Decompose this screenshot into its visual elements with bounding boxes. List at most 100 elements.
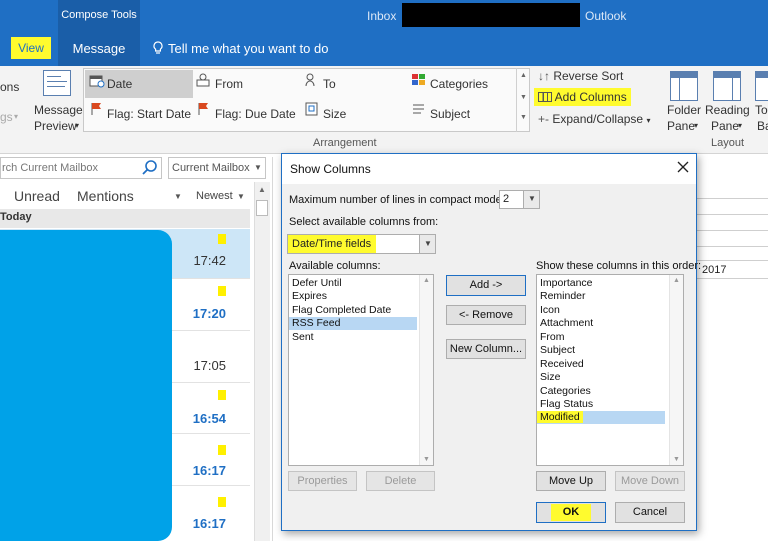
add-columns-icon	[538, 92, 552, 102]
chevron-down-icon[interactable]: ▼	[673, 456, 680, 463]
list-item[interactable]: Expires	[289, 290, 417, 303]
arrange-subject[interactable]: Subject	[430, 107, 470, 121]
list-item[interactable]: Sent	[289, 331, 417, 344]
chevron-up-icon[interactable]: ▲	[258, 185, 266, 194]
ribbon-partial-label-2: gs	[0, 110, 13, 124]
chevron-down-icon: ▾	[646, 116, 651, 125]
expand-collapse-button[interactable]: +- Expand/Collapse ▾	[538, 112, 650, 126]
column-source-value: Date/Time fields	[292, 238, 372, 250]
chevron-down-icon[interactable]: ▼	[174, 192, 182, 201]
ok-button[interactable]: OK	[536, 502, 606, 523]
available-list-scrollbar[interactable]: ▲ ▼	[419, 275, 433, 465]
message-preview-label-1[interactable]: Message	[34, 103, 83, 117]
chevron-down-icon: ▼	[254, 163, 262, 172]
group-header-label: Today	[0, 211, 32, 223]
new-column-button[interactable]: New Column...	[446, 339, 526, 359]
show-list-scrollbar[interactable]: ▲ ▼	[669, 275, 683, 465]
arrangement-group-label: Arrangement	[313, 137, 377, 149]
properties-button[interactable]: Properties	[288, 471, 357, 491]
arrange-date[interactable]: Date	[107, 77, 132, 91]
list-item-selected[interactable]: Modified	[537, 411, 665, 424]
scrollbar-thumb[interactable]	[256, 200, 268, 216]
max-lines-select[interactable]: 2 ▼	[499, 190, 540, 209]
chevron-up-icon[interactable]: ▲	[423, 277, 430, 284]
add-columns-button[interactable]: Add Columns	[534, 88, 631, 106]
window-title-folder: Inbox	[367, 9, 397, 23]
chevron-down-icon[interactable]: ▼	[423, 456, 430, 463]
filter-mentions[interactable]: Mentions	[77, 188, 134, 204]
tab-view[interactable]: View	[11, 37, 51, 59]
list-item[interactable]: Categories	[537, 385, 665, 398]
list-item-selected[interactable]: RSS Feed	[289, 317, 417, 330]
chevron-down-icon[interactable]: ▼	[520, 94, 527, 101]
highlight-mark	[218, 234, 226, 244]
list-item[interactable]: Attachment	[537, 317, 665, 330]
gallery-scrollbar[interactable]: ▲ ▼ ▼	[516, 68, 530, 132]
close-icon[interactable]	[674, 158, 692, 176]
todo-bar-label-1[interactable]: To	[755, 103, 768, 117]
chevron-down-icon: ▾	[14, 112, 19, 121]
list-item[interactable]: Flag Status	[537, 398, 665, 411]
list-item[interactable]: Received	[537, 358, 665, 371]
arrange-to[interactable]: To	[323, 77, 336, 91]
list-item[interactable]: Size	[537, 371, 665, 384]
list-item[interactable]: Defer Until	[289, 277, 417, 290]
reverse-sort-button[interactable]: ↓↑ Reverse Sort	[538, 69, 623, 83]
chevron-up-icon[interactable]: ▲	[673, 277, 680, 284]
chevron-down-icon: ▾	[75, 121, 80, 130]
message-preview-label-2[interactable]: Preview	[34, 119, 77, 133]
cancel-button[interactable]: Cancel	[615, 502, 685, 523]
add-column-button[interactable]: Add ->	[446, 275, 526, 296]
arrange-flag-start[interactable]: Flag: Start Date	[107, 107, 191, 121]
divider	[697, 260, 768, 261]
chevron-down-icon: ▾	[738, 121, 743, 130]
folder-pane-icon[interactable]	[670, 71, 698, 101]
highlight-mark	[218, 497, 226, 507]
tell-me-box[interactable]: Tell me what you want to do	[152, 41, 328, 56]
chevron-down-icon[interactable]: ▼	[523, 191, 539, 208]
message-preview-icon[interactable]	[43, 70, 71, 96]
folder-pane-label-2[interactable]: Pane	[667, 119, 695, 133]
more-icon[interactable]: ▼	[520, 114, 527, 121]
reading-pane-label-2[interactable]: Pane	[711, 119, 739, 133]
chevron-down-icon[interactable]: ▼	[419, 235, 435, 253]
list-item[interactable]: Flag Completed Date	[289, 304, 417, 317]
delete-button[interactable]: Delete	[366, 471, 435, 491]
todo-bar-label-2[interactable]: Ba	[757, 119, 768, 133]
arrange-size[interactable]: Size	[323, 107, 346, 121]
ribbon-partial-label-1[interactable]: ons	[0, 80, 19, 94]
list-item[interactable]: Reminder	[537, 290, 665, 303]
todo-bar-icon[interactable]	[755, 71, 768, 101]
person-envelope-icon	[196, 73, 210, 87]
chevron-down-icon[interactable]: ▼	[237, 192, 245, 201]
sort-order[interactable]: Newest	[196, 190, 233, 202]
column-source-select[interactable]: Date/Time fields ▼	[287, 234, 436, 254]
redacted-account-name	[402, 3, 580, 27]
move-up-button[interactable]: Move Up	[536, 471, 606, 491]
search-icon[interactable]	[142, 160, 158, 176]
arrange-from[interactable]: From	[215, 77, 243, 91]
max-lines-label: Maximum number of lines in compact mode:	[289, 194, 505, 206]
person-to-icon	[305, 73, 315, 87]
arrange-categories[interactable]: Categories	[430, 77, 488, 91]
list-item[interactable]: Icon	[537, 304, 665, 317]
list-item-label: Modified	[537, 411, 583, 423]
remove-column-button[interactable]: <- Remove	[446, 305, 526, 325]
group-header[interactable]	[0, 209, 250, 228]
list-item[interactable]: Subject	[537, 344, 665, 357]
available-columns-label: Available columns:	[289, 260, 381, 272]
list-item[interactable]: From	[537, 331, 665, 344]
tab-message[interactable]: Message	[62, 41, 136, 56]
folder-pane-label-1[interactable]: Folder	[667, 103, 701, 117]
mail-time: 16:17	[192, 516, 226, 531]
divider	[697, 214, 768, 215]
list-item[interactable]: Importance	[537, 277, 665, 290]
filter-unread[interactable]: Unread	[14, 188, 60, 204]
reading-pane-label-1[interactable]: Reading	[705, 103, 750, 117]
reading-pane-icon[interactable]	[713, 71, 741, 101]
chevron-up-icon[interactable]: ▲	[520, 72, 527, 79]
move-down-button[interactable]: Move Down	[615, 471, 685, 491]
arrange-flag-due[interactable]: Flag: Due Date	[215, 107, 296, 121]
divider	[697, 278, 768, 279]
mail-list-scrollbar[interactable]	[254, 182, 270, 541]
